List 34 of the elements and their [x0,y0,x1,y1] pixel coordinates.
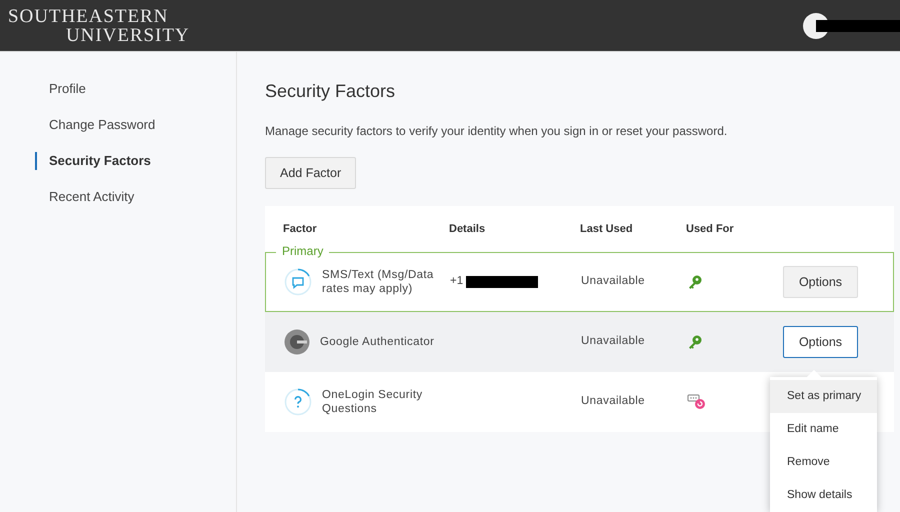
key-icon [687,334,703,350]
menu-item[interactable]: Edit name [770,413,877,446]
sidebar-item[interactable]: Security Factors [35,152,236,170]
logo-text: SOUTHEASTERN [8,6,170,26]
factor-name: Google Authenticator [320,335,436,349]
column-header: Last Used [580,222,634,237]
factor-name: OneLogin Security Questions [322,388,424,416]
last-used: Unavailable [581,274,646,290]
authenticator-icon [284,329,310,355]
chat-bubble-icon [284,268,312,296]
last-used: Unavailable [581,334,646,350]
primary-label: Primary [276,244,330,258]
menu-item[interactable]: Remove [770,446,877,479]
column-header: Factor [283,222,318,237]
phone-number: +1 [450,274,464,290]
university-logo[interactable]: SOUTHEASTERN UNIVERSITY [8,6,190,44]
question-icon [284,388,312,416]
menu-item[interactable]: Show details [770,479,877,512]
menu-item[interactable]: Set as primary [770,380,877,413]
factor-name: SMS/Text (Msg/Data rates may apply) [322,268,435,296]
sidebar-item[interactable]: Change Password [35,116,236,134]
key-icon [687,274,703,290]
page-title: Security Factors [265,80,396,102]
sidebar-item[interactable]: Profile [35,80,236,98]
options-button[interactable]: Options [783,326,858,358]
page-description: Manage security factors to verify your identity when you sign in or reset your password. [265,123,728,140]
sidebar-item[interactable]: Recent Activity [35,188,236,206]
add-factor-button[interactable]: Add Factor [265,157,356,189]
password-reset-icon [687,394,707,410]
column-header: Details [449,222,486,237]
options-button[interactable]: Options [783,266,858,298]
logo-text: UNIVERSITY [65,26,190,44]
column-header: Used For [686,222,735,237]
last-used: Unavailable [581,394,646,410]
